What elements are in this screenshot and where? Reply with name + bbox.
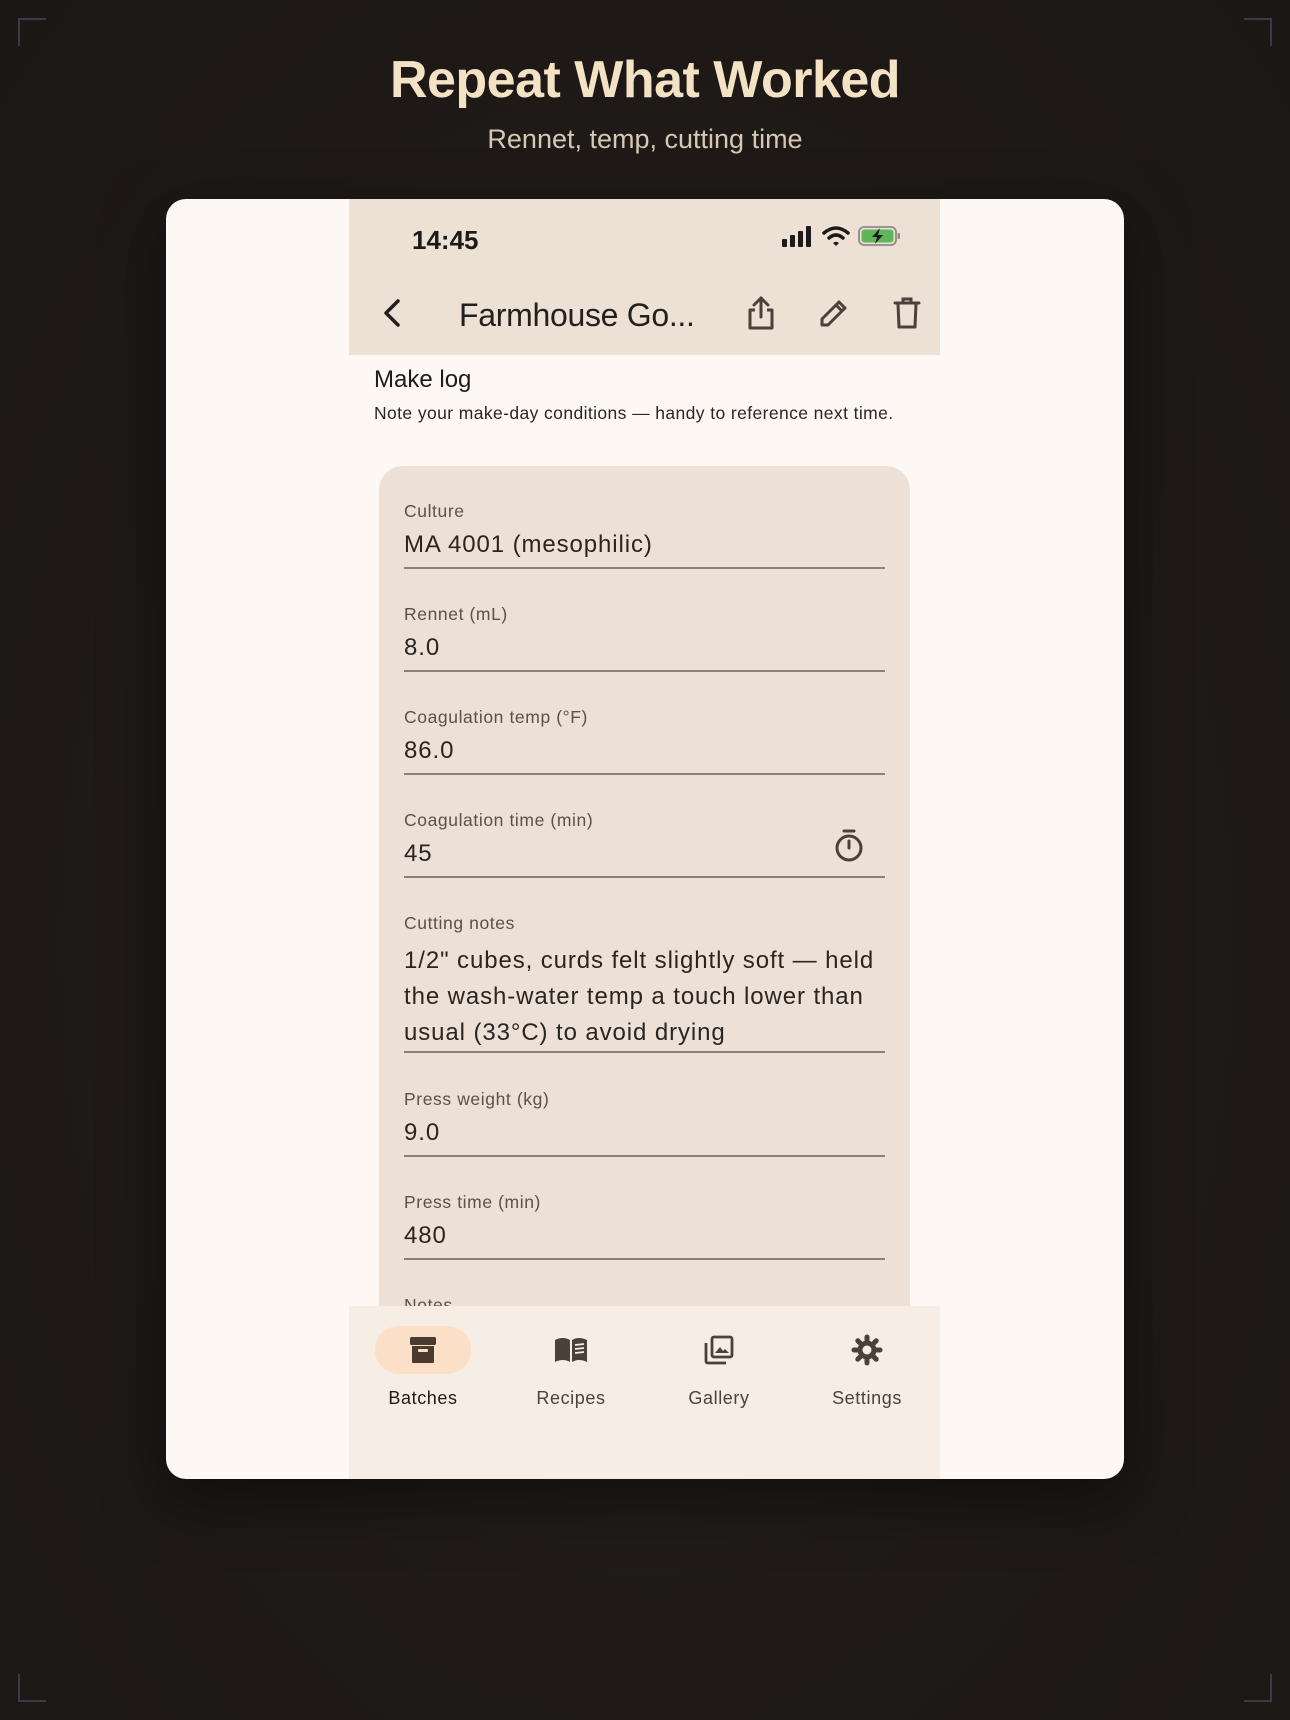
frame-corner (18, 18, 46, 46)
nav-item-batches[interactable]: Batches (349, 1326, 497, 1416)
delete-icon (893, 297, 921, 329)
app-screen: 14:45 Farmhouse Go... Make log Note your… (349, 199, 940, 1479)
field-value: 480 (404, 1222, 447, 1249)
status-icons (782, 225, 902, 247)
nav-item-gallery[interactable]: Gallery (645, 1326, 793, 1416)
frame-corner (18, 1674, 46, 1702)
nav-item-recipes[interactable]: Recipes (497, 1326, 645, 1416)
field-value: 1/2" cubes, curds felt slightly soft — h… (404, 947, 875, 1046)
nav-icon-container (671, 1326, 767, 1374)
edit-icon (820, 300, 847, 327)
edit-button[interactable] (814, 293, 854, 333)
nav-icon-container (819, 1326, 915, 1374)
culture-field[interactable]: Culture MA 4001 (mesophilic) (404, 501, 885, 569)
section-title: Make log (374, 366, 472, 393)
field-value: MA 4001 (mesophilic) (404, 531, 653, 558)
back-button[interactable] (373, 293, 413, 333)
nav-label: Settings (832, 1388, 902, 1408)
field-label: Rennet (mL) (404, 604, 508, 624)
gear-icon (851, 1334, 883, 1366)
frame-corner (1244, 18, 1272, 46)
field-label: Culture (404, 501, 465, 521)
field-value: 45 (404, 840, 433, 867)
wifi-icon (822, 226, 850, 246)
field-label: Coagulation temp (°F) (404, 707, 588, 727)
promo-subhead: Rennet, temp, cutting time (487, 124, 803, 154)
bottom-navigation: Batches Recipes Gallery Settings (349, 1306, 940, 1479)
field-value: 86.0 (404, 737, 455, 764)
photo-library-icon (704, 1335, 734, 1365)
press-weight-field[interactable]: Press weight (kg) 9.0 (404, 1089, 885, 1157)
field-label: Cutting notes (404, 913, 515, 933)
chevron-left-icon (384, 299, 400, 327)
page-title: Farmhouse Go... (459, 297, 695, 333)
book-icon (555, 1338, 587, 1362)
app-bar: Farmhouse Go... (349, 275, 940, 355)
field-value: 9.0 (404, 1119, 441, 1146)
nav-icon-container (523, 1326, 619, 1374)
coagulation-temp-field[interactable]: Coagulation temp (°F) 86.0 (404, 707, 885, 775)
nav-label: Gallery (688, 1388, 750, 1408)
cutting-notes-field[interactable]: Cutting notes 1/2" cubes, curds felt sli… (404, 913, 885, 1053)
rennet-field[interactable]: Rennet (mL) 8.0 (404, 604, 885, 672)
delete-button[interactable] (887, 293, 927, 333)
promo-headline: Repeat What Worked (389, 51, 901, 109)
field-value: 8.0 (404, 634, 441, 661)
timer-button[interactable] (831, 828, 867, 864)
nav-item-settings[interactable]: Settings (793, 1326, 940, 1416)
timer-icon (835, 829, 863, 862)
press-time-field[interactable]: Press time (min) 480 (404, 1192, 885, 1260)
status-time: 14:45 (412, 225, 479, 255)
section-description: Note your make-day conditions — handy to… (374, 403, 894, 423)
field-label: Press weight (kg) (404, 1089, 550, 1109)
field-label: Coagulation time (min) (404, 810, 594, 830)
frame-corner (1244, 1674, 1272, 1702)
archive-box-icon (410, 1337, 436, 1363)
device-frame: 14:45 Farmhouse Go... Make log Note your… (166, 199, 1124, 1479)
share-button[interactable] (741, 293, 781, 333)
battery-charging-icon (858, 226, 900, 246)
make-log-card: Culture MA 4001 (mesophilic) Rennet (mL)… (379, 466, 910, 1366)
top-bar: 14:45 Farmhouse Go... (349, 199, 940, 355)
signal-icon (782, 226, 811, 247)
nav-active-indicator (375, 1326, 471, 1374)
share-icon (748, 296, 774, 330)
field-label: Press time (min) (404, 1192, 541, 1212)
coagulation-time-field[interactable]: Coagulation time (min) 45 (404, 810, 885, 878)
nav-label: Batches (388, 1388, 458, 1408)
nav-label: Recipes (536, 1388, 606, 1408)
